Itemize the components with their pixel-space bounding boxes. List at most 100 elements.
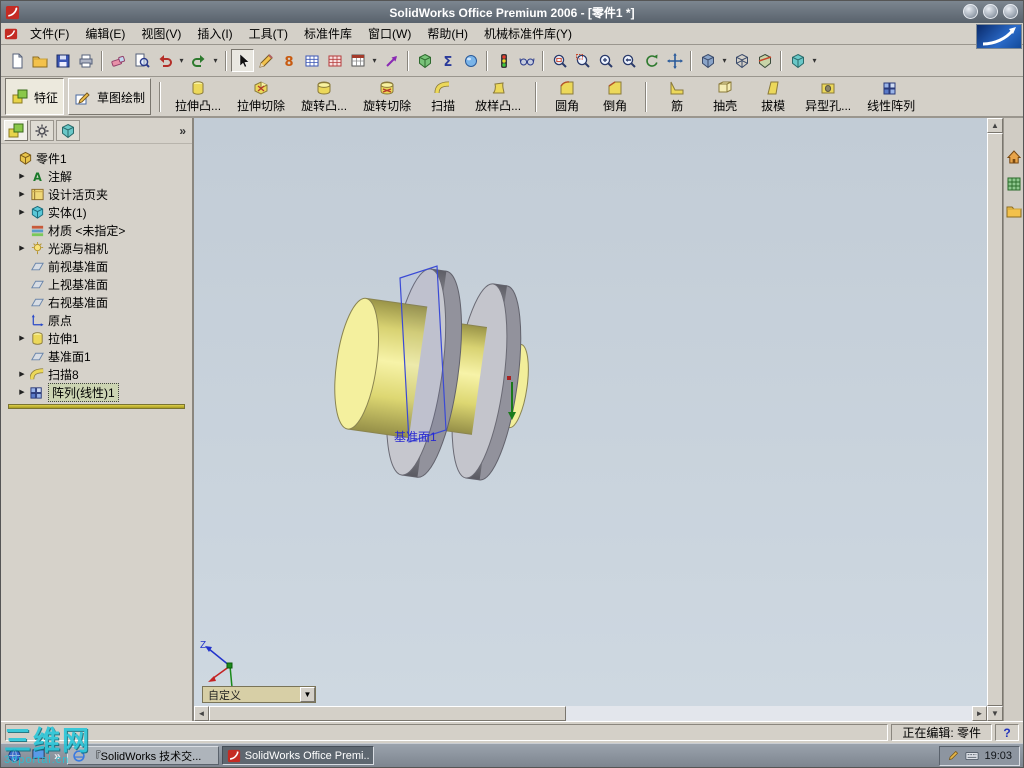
menu-item-6[interactable]: 标准件库: [296, 22, 360, 45]
taskpane-tab-file-explorer[interactable]: [1005, 202, 1023, 220]
loft-button[interactable]: 放样凸...: [469, 78, 527, 115]
redo-button[interactable]: [187, 49, 210, 72]
shaded-display-button[interactable]: [696, 49, 719, 72]
tree-item[interactable]: 基准面1: [3, 347, 190, 365]
sweep-button[interactable]: 扫描: [421, 78, 465, 115]
shell-button[interactable]: 抽壳: [703, 78, 747, 115]
tree-item[interactable]: ▶ 扫描8: [3, 365, 190, 383]
rollback-bar[interactable]: [8, 404, 185, 409]
section-view-button[interactable]: [753, 49, 776, 72]
combo-dropdown-icon[interactable]: ▼: [300, 687, 315, 702]
quick-launch-chevron[interactable]: »: [52, 749, 63, 763]
shaded-display-dropdown-icon[interactable]: ▾: [719, 56, 730, 65]
tree-item[interactable]: ▶ A 注解: [3, 167, 190, 185]
view-orientation-button[interactable]: [515, 49, 538, 72]
quick-launch-desktop-icon[interactable]: [28, 746, 48, 766]
expand-arrow-icon[interactable]: ▶: [17, 172, 27, 180]
open-button[interactable]: [28, 49, 51, 72]
features-toggle-button[interactable]: 特征: [5, 78, 65, 115]
bom-table-button[interactable]: [346, 49, 369, 72]
scroll-up-icon[interactable]: ▲: [987, 118, 1003, 133]
zoom-fit-button[interactable]: [548, 49, 571, 72]
wireframe-display-button[interactable]: [730, 49, 753, 72]
menu-item-5[interactable]: 工具(T): [241, 22, 296, 45]
design-table-button[interactable]: [323, 49, 346, 72]
extruded-boss-button[interactable]: 拉伸凸...: [169, 78, 227, 115]
vscroll-thumb[interactable]: [987, 133, 1003, 706]
menu-item-3[interactable]: 视图(V): [133, 22, 189, 45]
tree-item[interactable]: 前视基准面: [3, 257, 190, 275]
scroll-right-icon[interactable]: ►: [972, 706, 987, 721]
scroll-down-icon[interactable]: ▼: [987, 706, 1003, 721]
tree-item[interactable]: ▶ 阵列(线性)1: [3, 382, 190, 402]
hole-wizard-button[interactable]: 异型孔...: [799, 78, 857, 115]
zoom-in-out-button[interactable]: [594, 49, 617, 72]
scroll-left-icon[interactable]: ◄: [194, 706, 209, 721]
menu-item-7[interactable]: 窗口(W): [360, 22, 419, 45]
menu-item-8[interactable]: 帮助(H): [419, 22, 476, 45]
rotate-view-button[interactable]: [640, 49, 663, 72]
expand-arrow-icon[interactable]: ▶: [17, 334, 27, 342]
quick-launch-browser-icon[interactable]: [4, 746, 24, 766]
taskbar-task-1[interactable]: 『SolidWorks 技术交...: [66, 746, 219, 765]
undo-dropdown-icon[interactable]: ▾: [176, 56, 187, 65]
view-orientation-combo[interactable]: 自定义 ▼: [202, 686, 316, 703]
expand-arrow-icon[interactable]: ▶: [17, 244, 27, 252]
draft-button[interactable]: 拔模: [751, 78, 795, 115]
linear-pattern-button[interactable]: 线性阵列: [861, 78, 921, 115]
standard-views-dropdown-icon[interactable]: ▾: [809, 56, 820, 65]
taskpane-tab-design-library[interactable]: [1005, 175, 1023, 193]
revolved-cut-button[interactable]: 旋转切除: [357, 78, 417, 115]
bom-table-dropdown-icon[interactable]: ▾: [369, 56, 380, 65]
grid-button[interactable]: [300, 49, 323, 72]
tree-item[interactable]: 零件1: [3, 149, 190, 167]
menu-item-2[interactable]: 编辑(E): [77, 22, 133, 45]
undo-button[interactable]: [153, 49, 176, 72]
tab-property-manager[interactable]: [30, 120, 54, 141]
select-button[interactable]: [231, 49, 254, 72]
tree-item[interactable]: 右视基准面: [3, 293, 190, 311]
revolved-boss-button[interactable]: 旋转凸...: [295, 78, 353, 115]
print-button[interactable]: [74, 49, 97, 72]
rebuild-button[interactable]: [492, 49, 515, 72]
menu-item-4[interactable]: 插入(I): [189, 22, 240, 45]
menu-item-1[interactable]: 文件(F): [22, 22, 77, 45]
chamfer-button[interactable]: 倒角: [593, 78, 637, 115]
taskbar-task-2[interactable]: SolidWorks Office Premi...: [221, 746, 374, 765]
zoom-area-button[interactable]: [571, 49, 594, 72]
graphics-area[interactable]: 基准面1 Z 自定义 ▼: [193, 118, 987, 706]
vertical-scrollbar[interactable]: ▲ ▼: [987, 118, 1003, 721]
tree-item[interactable]: 材质 <未指定>: [3, 221, 190, 239]
tray-pen-icon[interactable]: [947, 749, 960, 762]
tree-item[interactable]: ▶ 拉伸1: [3, 329, 190, 347]
taskpane-tab-solidworks-resources[interactable]: [1005, 148, 1023, 166]
horizontal-scrollbar[interactable]: ◄ ►: [193, 706, 987, 721]
panel-expand-chevron[interactable]: »: [179, 124, 189, 138]
hscroll-thumb[interactable]: [209, 706, 566, 721]
help-button[interactable]: ?: [995, 724, 1019, 741]
zoom-previous-button[interactable]: [617, 49, 640, 72]
instant-3d-button[interactable]: [380, 49, 403, 72]
extruded-cut-button[interactable]: 拉伸切除: [231, 78, 291, 115]
tree-item[interactable]: ▶ 实体(1): [3, 203, 190, 221]
smart-dimension-button[interactable]: 8: [277, 49, 300, 72]
expand-arrow-icon[interactable]: ▶: [17, 208, 27, 216]
standard-views-button[interactable]: [786, 49, 809, 72]
pan-button[interactable]: [663, 49, 686, 72]
new-document-button[interactable]: [5, 49, 28, 72]
expand-arrow-icon[interactable]: ▶: [17, 190, 27, 198]
tree-item[interactable]: 上视基准面: [3, 275, 190, 293]
fillet-button[interactable]: 圆角: [545, 78, 589, 115]
tab-configuration-manager[interactable]: [56, 120, 80, 141]
expand-arrow-icon[interactable]: ▶: [17, 388, 27, 396]
maximize-button[interactable]: [983, 4, 998, 19]
menu-item-9[interactable]: 机械标准件库(Y): [476, 22, 580, 45]
edit-component-button[interactable]: [413, 49, 436, 72]
sketch-toggle-button[interactable]: 草图绘制: [68, 78, 152, 115]
tab-feature-manager[interactable]: [4, 120, 28, 141]
minimize-button[interactable]: [963, 4, 978, 19]
equations-button[interactable]: Σ: [436, 49, 459, 72]
redo-dropdown-icon[interactable]: ▾: [210, 56, 221, 65]
rib-button[interactable]: 筋: [655, 78, 699, 115]
save-button[interactable]: [51, 49, 74, 72]
